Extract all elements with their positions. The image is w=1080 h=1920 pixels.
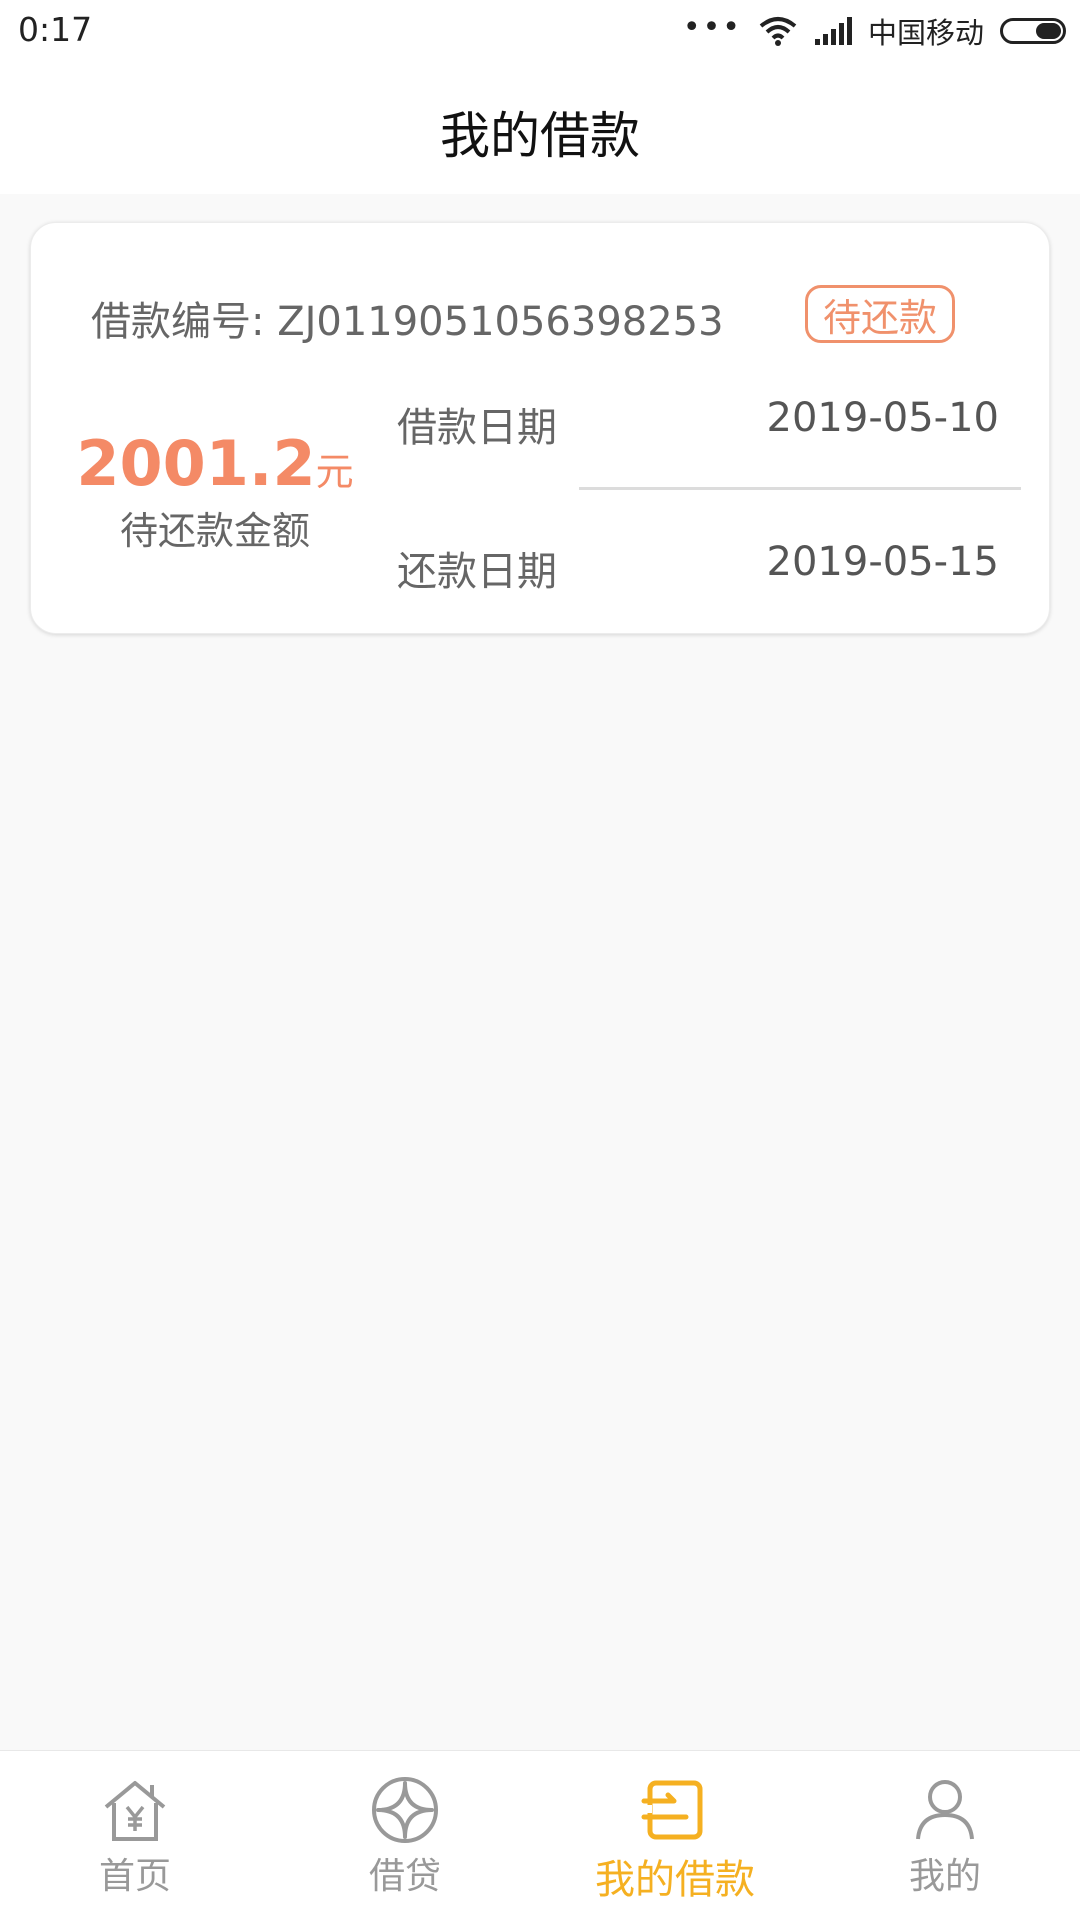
battery-icon <box>1000 18 1066 44</box>
nav-label-me: 我的 <box>908 1856 981 1897</box>
loan-id: 借款编号: ZJ0119051056398253 <box>91 299 724 345</box>
carrier-name: 中国移动 <box>867 16 984 50</box>
wifi-icon <box>759 17 797 46</box>
signal-icon <box>814 17 852 45</box>
battery-fill <box>1036 23 1061 39</box>
loan-card[interactable]: 借款编号: ZJ0119051056398253 待还款 2001.2元 待还款… <box>30 222 1050 634</box>
status-bar: 0:17 ••• 中国移动 <box>0 0 1080 62</box>
status-badge: 待还款 <box>805 285 955 343</box>
my-loan-icon <box>640 1780 703 1840</box>
status-icons: ••• 中国移动 <box>683 8 1066 54</box>
borrow-date-row: 借款日期 2019-05-10 <box>397 395 1009 455</box>
user-icon <box>916 1780 974 1840</box>
info-divider <box>579 487 1021 490</box>
nav-item-loan[interactable]: 借贷 <box>270 1751 540 1920</box>
amount-label: 待还款金额 <box>119 509 310 553</box>
nav-item-home[interactable]: 首页 <box>0 1751 270 1920</box>
bottom-nav: 首页 借贷 我的借款 我的 <box>0 1750 1080 1920</box>
amount-value: 2001.2 <box>76 427 316 500</box>
nav-label-home: 首页 <box>98 1856 171 1897</box>
amount-block: 2001.2元 待还款金额 <box>65 427 365 555</box>
amount-line: 2001.2元 <box>65 427 365 500</box>
nav-item-my-loan[interactable]: 我的借款 <box>540 1751 810 1920</box>
borrow-date-value: 2019-05-10 <box>766 395 999 441</box>
repay-date-value: 2019-05-15 <box>766 539 999 585</box>
page-title: 我的借款 <box>440 107 640 165</box>
nav-label-my-loan: 我的借款 <box>595 1857 755 1903</box>
amount-unit: 元 <box>315 450 354 494</box>
nav-label-loan: 借贷 <box>368 1856 441 1897</box>
loan-circle-icon <box>372 1777 438 1843</box>
status-time: 0:17 <box>18 10 93 49</box>
nav-item-me[interactable]: 我的 <box>810 1751 1080 1920</box>
repay-date-row: 还款日期 2019-05-15 <box>397 539 1009 599</box>
home-yen-icon <box>104 1781 166 1841</box>
header: 我的借款 <box>0 62 1080 194</box>
more-dots-icon: ••• <box>682 9 742 45</box>
borrow-date-label: 借款日期 <box>397 405 557 451</box>
repay-date-label: 还款日期 <box>397 549 557 595</box>
